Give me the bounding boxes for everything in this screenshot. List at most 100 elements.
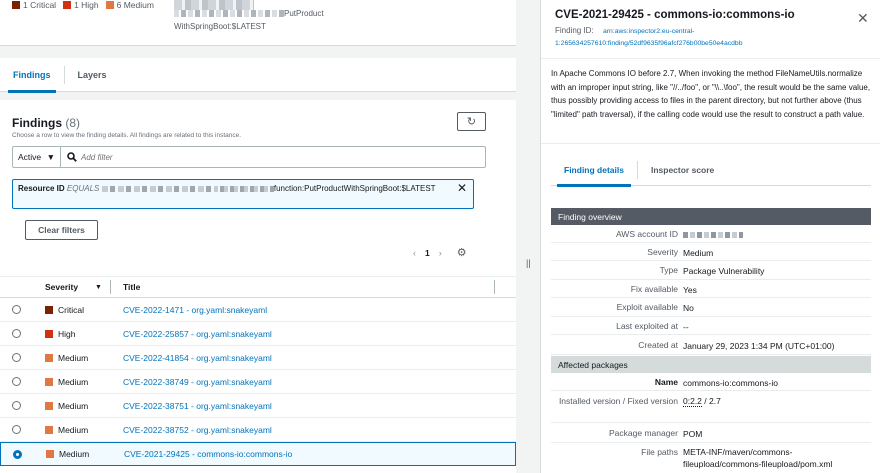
divider xyxy=(541,58,880,59)
kv-value: 0:2.2 / 2.7 xyxy=(683,395,868,407)
pagination: ‹ 1 › ⚙ xyxy=(413,246,467,259)
finding-description: In Apache Commons IO before 2.7, When in… xyxy=(551,69,871,119)
severity-label: High xyxy=(58,328,76,339)
kv-key: File paths xyxy=(641,447,678,457)
finding-title-link[interactable]: CVE-2022-1471 - org.yaml:snakeyaml xyxy=(123,305,267,315)
redacted-token-middle xyxy=(213,185,274,192)
page-number[interactable]: 1 xyxy=(425,248,430,258)
splitter-grip-icon[interactable]: || xyxy=(526,258,531,268)
kv-key: Installed version / Fixed version xyxy=(558,396,678,406)
medium-count: 6 Medium xyxy=(116,0,154,10)
refresh-button[interactable]: ↻ xyxy=(457,112,486,131)
kv-fix-available: Fix available Yes xyxy=(551,280,871,298)
critical-square-icon xyxy=(12,1,20,9)
row-radio[interactable] xyxy=(12,377,21,386)
kv-created-at: Created at January 29, 2023 1:34 PM (UTC… xyxy=(551,335,871,355)
tab-inspector-score[interactable]: Inspector score xyxy=(638,154,727,186)
row-radio[interactable] xyxy=(12,353,21,362)
tab-layers[interactable]: Layers xyxy=(65,58,120,92)
severity-cell: Medium xyxy=(45,401,88,411)
finding-title-link[interactable]: CVE-2022-38751 - org.yaml:snakeyaml xyxy=(123,401,272,411)
high-summary: 1 High xyxy=(63,0,99,10)
redacted-account-id xyxy=(683,232,743,238)
redacted-token-prefix xyxy=(101,185,212,192)
table-row[interactable]: Medium CVE-2022-38752 - org.yaml:snakeyam… xyxy=(0,418,516,442)
medium-square-icon xyxy=(105,1,114,9)
pane-tabs: Findings Layers xyxy=(0,58,516,93)
high-count: 1 High xyxy=(74,0,99,10)
kv-version: Installed version / Fixed version 0:2.2 … xyxy=(551,391,871,423)
pane-splitter[interactable] xyxy=(516,0,540,473)
kv-key: Severity xyxy=(647,247,678,257)
status-select[interactable]: Active ▼ xyxy=(13,147,61,167)
table-row[interactable]: Medium CVE-2022-38749 - org.yaml:snakeyam… xyxy=(0,370,516,394)
clear-filters-button[interactable]: Clear filters xyxy=(25,220,98,240)
finding-title-link[interactable]: CVE-2021-29425 - commons-io:commons-io xyxy=(124,449,292,459)
kv-key: Name xyxy=(654,377,678,387)
row-radio[interactable] xyxy=(12,401,21,410)
installed-version[interactable]: 0:2.2 xyxy=(683,396,702,407)
high-square-icon xyxy=(63,1,72,9)
section-affected-packages: Affected packages xyxy=(551,356,871,373)
kv-exploit-available: Exploit available No xyxy=(551,298,871,317)
critical-summary: 1 Critical xyxy=(12,0,56,10)
findings-description: Choose a row to view the finding details… xyxy=(12,132,242,139)
table-row[interactable]: High CVE-2022-25857 - org.yaml:snakeyaml xyxy=(0,322,516,346)
tab-finding-details[interactable]: Finding details xyxy=(551,154,637,187)
table-row[interactable]: Medium CVE-2021-29425 - commons-io:common… xyxy=(0,442,516,466)
finding-detail-panel: CVE-2021-29425 - commons-io:commons-io ✕… xyxy=(540,0,880,473)
tab-findings[interactable]: Findings xyxy=(0,58,64,93)
severity-label: Medium xyxy=(59,449,90,459)
filter-input[interactable] xyxy=(81,152,461,162)
kv-key: Fix available xyxy=(630,284,678,294)
row-radio[interactable] xyxy=(12,305,21,314)
row-radio[interactable] xyxy=(12,425,21,434)
findings-count: (8) xyxy=(65,116,81,130)
table-row[interactable]: Medium CVE-2022-41854 - org.yaml:snakeyam… xyxy=(0,346,516,370)
close-icon[interactable]: ✕ xyxy=(857,10,869,27)
medium-summary: 6 Medium xyxy=(105,0,154,10)
resource-summary-card: 1 Critical 1 High 6 Medium PutProduct Wi… xyxy=(0,0,516,46)
finding-title-link[interactable]: CVE-2022-38752 - org.yaml:snakeyaml xyxy=(123,425,272,435)
finding-id-link[interactable]: arn:aws:inspector2:eu-central-1:26563425… xyxy=(555,26,785,50)
detail-tabs: Finding details Inspector score xyxy=(551,154,871,187)
search-icon xyxy=(67,152,77,162)
finding-title-link[interactable]: CVE-2022-41854 - org.yaml:snakeyaml xyxy=(123,353,272,363)
severity-label: Medium xyxy=(58,376,89,387)
kv-aws-account-id: AWS account ID xyxy=(551,225,871,243)
kv-value: Medium xyxy=(683,248,714,258)
sort-caret-down-icon[interactable]: ▼ xyxy=(95,284,102,291)
kv-value: January 29, 2023 1:34 PM (UTC+01:00) xyxy=(683,341,835,351)
kv-key: Last exploited at xyxy=(616,321,678,331)
detail-title: CVE-2021-29425 - commons-io:commons-io xyxy=(555,9,795,21)
table-row[interactable]: Critical CVE-2022-1471 - org.yaml:snakeya… xyxy=(0,298,516,322)
kv-file-paths: File paths META-INF/maven/commons-fileup… xyxy=(551,443,871,473)
severity-cell: Medium xyxy=(45,353,88,363)
row-radio[interactable] xyxy=(13,449,22,459)
status-select-value: Active xyxy=(18,152,42,162)
column-severity[interactable]: Severity xyxy=(45,282,78,292)
redacted-resource-name xyxy=(174,10,284,17)
divider xyxy=(541,143,880,144)
kv-value: commons-io:commons-io xyxy=(683,378,778,388)
finding-title-link[interactable]: CVE-2022-25857 - org.yaml:snakeyaml xyxy=(123,329,272,339)
column-divider-end xyxy=(494,280,495,294)
gear-icon[interactable]: ⚙ xyxy=(457,246,467,259)
findings-heading: Findings (8) xyxy=(12,116,80,130)
prev-page-chevron-icon[interactable]: ‹ xyxy=(413,248,416,258)
severity-cell: High xyxy=(45,329,75,339)
findings-table-container: Findings (8) Choose a row to view the fi… xyxy=(0,100,516,473)
table-row[interactable]: Medium CVE-2022-38751 - org.yaml:snakeyam… xyxy=(0,394,516,418)
remove-token-close-icon[interactable]: ✕ xyxy=(457,182,467,194)
kv-value: POM xyxy=(683,429,703,439)
row-radio[interactable] xyxy=(12,329,21,338)
kv-value: META-INF/maven/commons-fileupload/common… xyxy=(683,447,833,469)
findings-title: Findings xyxy=(12,116,62,130)
token-operator: EQUALS xyxy=(66,184,100,193)
finding-title-link[interactable]: CVE-2022-38749 - org.yaml:snakeyaml xyxy=(123,377,272,387)
caret-down-icon: ▼ xyxy=(46,152,55,162)
severity-label: Critical xyxy=(58,304,84,315)
kv-value: Package Vulnerability xyxy=(683,266,765,276)
next-page-chevron-icon[interactable]: › xyxy=(439,248,442,258)
kv-key: Exploit available xyxy=(616,302,678,312)
